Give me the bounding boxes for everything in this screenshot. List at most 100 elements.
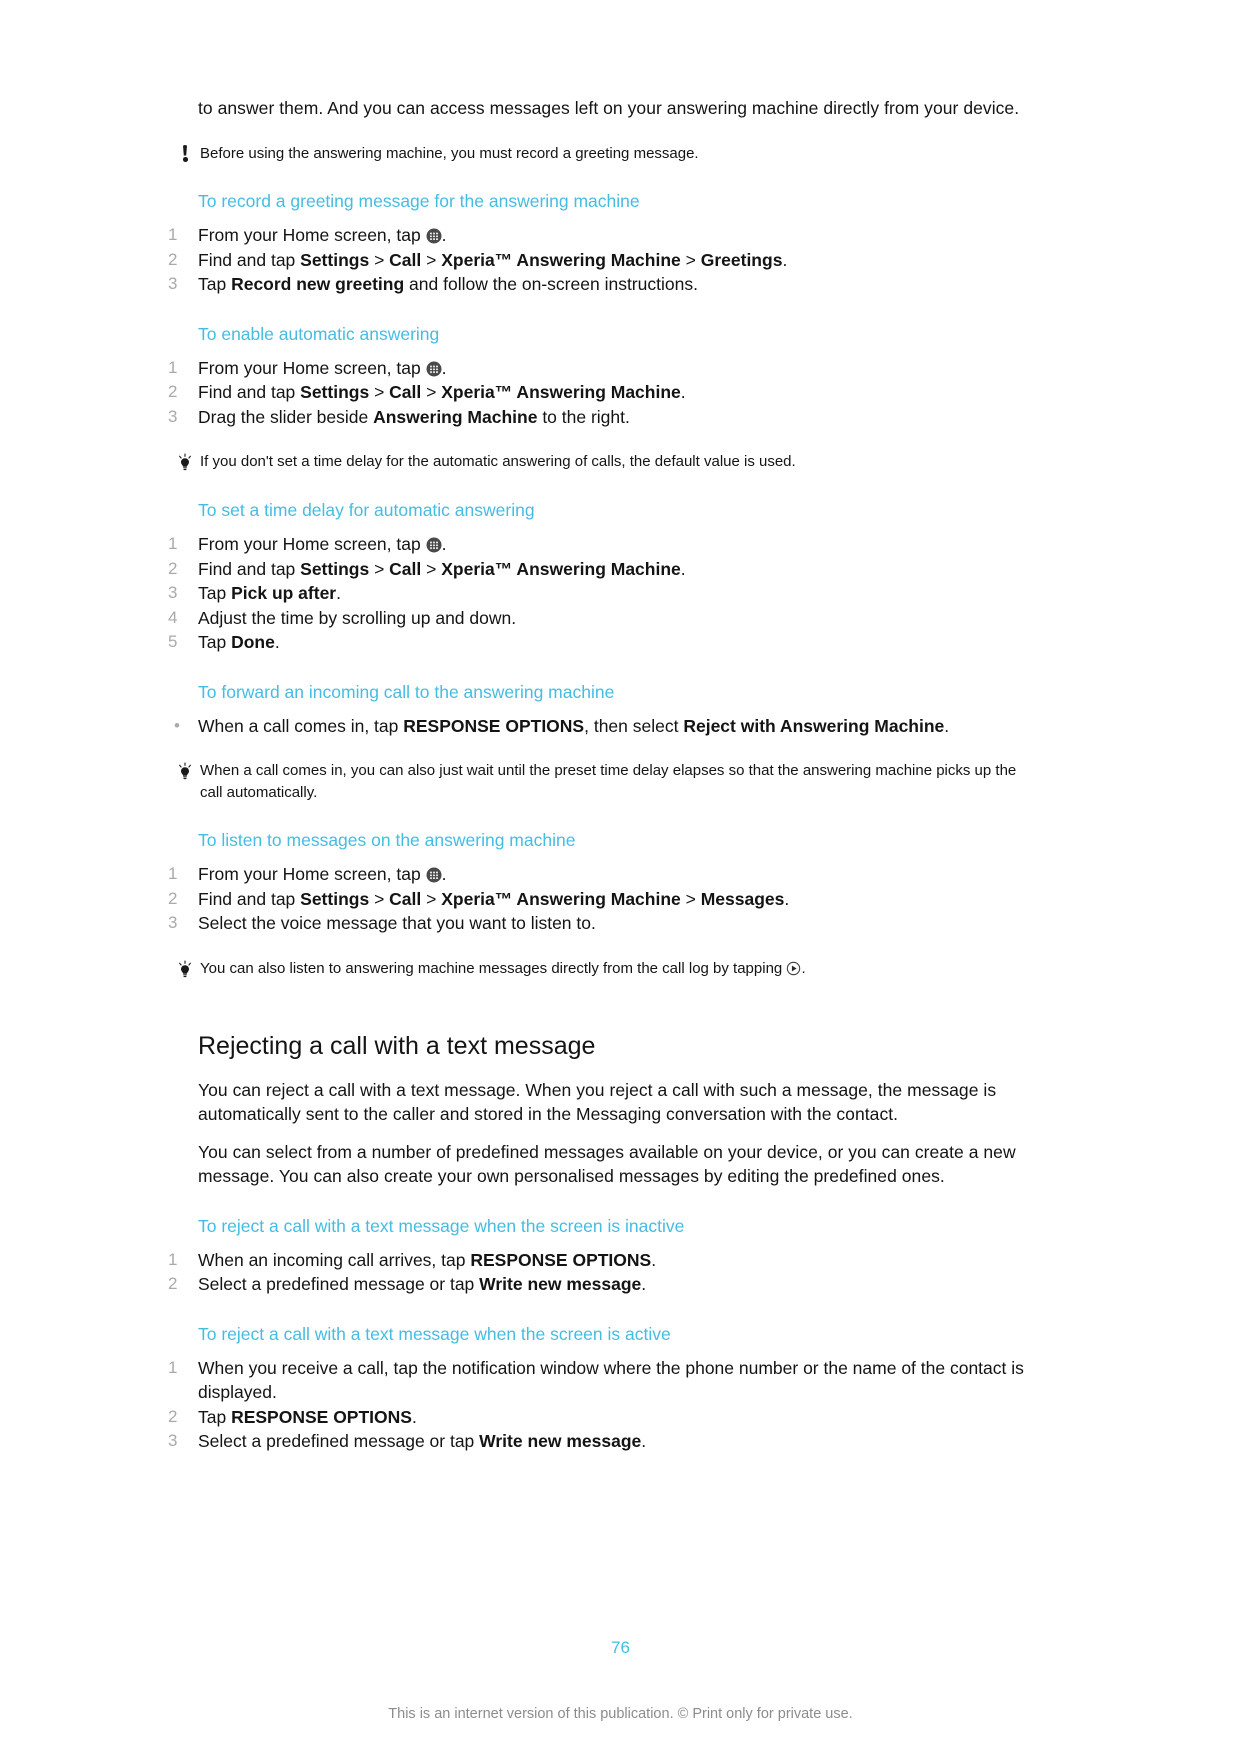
step-text: Drag the slider beside Answering Machine… xyxy=(198,405,1038,430)
step-text: Tap RESPONSE OPTIONS. xyxy=(198,1405,1038,1430)
page-number: 76 xyxy=(611,1638,630,1657)
emphasised-term: Greetings xyxy=(700,249,783,270)
plain-text: . xyxy=(651,1249,657,1270)
plain-text: . xyxy=(641,1431,647,1451)
list-item: 1 From your Home screen, tap . xyxy=(168,862,1038,887)
step-text: From your Home screen, tap . xyxy=(198,862,1038,887)
section-rejecting-call: Rejecting a call with a text message You… xyxy=(168,1030,1038,1454)
plain-text: Find and tap xyxy=(198,888,301,909)
step-text: Select a predefined message or tap Write… xyxy=(198,1429,1038,1454)
step-number: 2 xyxy=(168,558,178,578)
emphasised-term: Xperia™ Answering Machine xyxy=(441,249,681,270)
list-item: 3 Drag the slider beside Answering Machi… xyxy=(168,405,1038,430)
intro-paragraph: to answer them. And you can access messa… xyxy=(198,98,1020,118)
step-number: 3 xyxy=(168,1431,178,1450)
step-number: 1 xyxy=(168,357,178,377)
list-item: 2 Find and tap Settings > Call > Xperia™… xyxy=(168,380,1038,405)
page-content: to answer them. And you can access messa… xyxy=(168,96,1038,1454)
plain-text: > xyxy=(680,249,701,270)
list-item: • When a call comes in, tap RESPONSE OPT… xyxy=(174,714,1038,739)
list-item: 4 Adjust the time by scrolling up and do… xyxy=(168,606,1038,631)
list-item: 5 Tap Done. xyxy=(168,630,1038,655)
step-text: Tap Done. xyxy=(198,630,1038,655)
play-icon xyxy=(786,961,801,976)
step-number: 4 xyxy=(168,607,178,627)
step-number: 2 xyxy=(168,1274,178,1293)
list-item: 3 Tap Record new greeting and follow the… xyxy=(168,272,1038,297)
emphasised-term: Settings xyxy=(300,249,370,270)
step-text-pre: From your Home screen, tap xyxy=(198,357,426,378)
plain-text: . xyxy=(641,1274,647,1294)
list-item: 1 From your Home screen, tap . xyxy=(168,532,1038,557)
plain-text: . xyxy=(680,558,686,579)
plain-text: > xyxy=(421,558,442,579)
emphasised-term: Call xyxy=(389,558,422,579)
plain-text: . xyxy=(411,1406,417,1427)
steps-set-time-delay: 1 From your Home screen, tap . 2 Find an… xyxy=(168,532,1038,655)
list-item: 3 Select a predefined message or tap Wri… xyxy=(168,1429,1038,1454)
step-text: From your Home screen, tap . xyxy=(198,223,1038,248)
step-text: When a call comes in, tap RESPONSE OPTIO… xyxy=(198,714,1038,739)
emphasised-term: Pick up after xyxy=(231,583,337,603)
lightbulb-icon xyxy=(172,760,198,782)
section-paragraph-1: You can reject a call with a text messag… xyxy=(198,1079,997,1125)
plain-text: When an incoming call arrives, tap xyxy=(198,1249,471,1270)
plain-text: When a call comes in, tap xyxy=(198,715,404,736)
emphasised-term: Answering Machine xyxy=(373,406,538,427)
tip-text: When a call comes in, you can also just … xyxy=(200,762,1017,801)
step-number: 3 xyxy=(168,406,178,426)
list-item: 2 Find and tap Settings > Call > Xperia™… xyxy=(168,557,1038,582)
plain-text: Find and tap xyxy=(198,558,301,579)
emphasised-term: Xperia™ Answering Machine xyxy=(441,888,681,909)
step-number: 1 xyxy=(168,1249,178,1269)
step-text: Select a predefined message or tap Write… xyxy=(198,1272,1038,1297)
steps-forward-incoming-call: • When a call comes in, tap RESPONSE OPT… xyxy=(174,714,1038,739)
plain-text: . xyxy=(336,583,341,603)
plain-text: > xyxy=(421,249,442,270)
emphasised-term: Xperia™ Answering Machine xyxy=(441,558,681,579)
exclamation-icon xyxy=(172,143,198,162)
plain-text: Find and tap xyxy=(198,249,301,270)
steps-enable-auto-answering: 1 From your Home screen, tap . 2 Find an… xyxy=(168,356,1038,430)
step-text: Find and tap Settings > Call > Xperia™ A… xyxy=(198,557,1038,582)
step-text: Find and tap Settings > Call > Xperia™ A… xyxy=(198,248,1038,273)
step-number: 3 xyxy=(168,274,178,293)
plain-text: . xyxy=(680,382,686,402)
emphasised-term: RESPONSE OPTIONS xyxy=(403,715,585,736)
plain-text: Adjust the time by scrolling up and down… xyxy=(198,607,517,628)
step-number: 2 xyxy=(168,249,178,269)
step-text-pre: From your Home screen, tap xyxy=(198,225,426,245)
plain-text: , then select xyxy=(584,715,684,736)
list-item: 1 When an incoming call arrives, tap RES… xyxy=(168,1248,1038,1273)
step-text: Find and tap Settings > Call > Xperia™ A… xyxy=(198,380,1038,405)
step-text-pre: From your Home screen, tap xyxy=(198,534,426,554)
plain-text: Select a predefined message or tap xyxy=(198,1431,480,1451)
plain-text: Find and tap xyxy=(198,382,301,402)
plain-text: . xyxy=(274,632,280,652)
step-number: 2 xyxy=(168,888,178,908)
list-item: 1 From your Home screen, tap . xyxy=(168,223,1038,248)
emphasised-term: Done xyxy=(231,632,275,652)
procedure-heading-enable-auto-answering: To enable automatic answering xyxy=(198,323,440,344)
procedure-heading-set-time-delay: To set a time delay for automatic answer… xyxy=(198,500,535,520)
procedure-heading-reject-screen-active: To reject a call with a text message whe… xyxy=(198,1323,671,1344)
lightbulb-icon xyxy=(172,958,198,980)
section-paragraph-2: You can select from a number of predefin… xyxy=(198,1141,1016,1187)
step-number: 3 xyxy=(168,913,178,932)
tip-text-post: . xyxy=(801,959,806,977)
app-drawer-icon xyxy=(426,226,442,244)
plain-text: Select a predefined message or tap xyxy=(198,1274,480,1294)
note-before-using: Before using the answering machine, you … xyxy=(172,143,1038,165)
app-drawer-icon xyxy=(426,535,442,553)
step-text: Tap Record new greeting and follow the o… xyxy=(198,272,1038,297)
plain-text: Tap xyxy=(198,274,232,294)
list-item: 3 Tap Pick up after. xyxy=(168,581,1038,606)
note-before-using-text: Before using the answering machine, you … xyxy=(200,144,699,162)
plain-text: Drag the slider beside xyxy=(198,406,374,427)
plain-text: to the right. xyxy=(537,406,630,427)
step-number: 1 xyxy=(168,534,178,553)
emphasised-term: Record new greeting xyxy=(231,274,405,294)
emphasised-term: Call xyxy=(389,888,422,909)
plain-text: . xyxy=(944,715,950,736)
tip-text: You can also listen to answering machine… xyxy=(198,958,1038,980)
